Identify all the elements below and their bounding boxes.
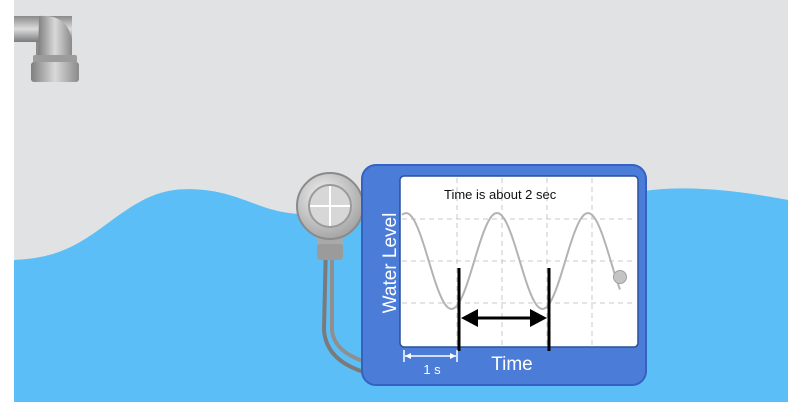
water-wave-scene: Time is about 2 sec Water Level Time 1 s: [14, 0, 788, 402]
wave-detector-panel: Time is about 2 sec Water Level Time 1 s: [361, 164, 647, 386]
chart-title: Time is about 2 sec: [444, 187, 557, 202]
faucet-icon[interactable]: [14, 15, 79, 82]
scene-canvas: Time is about 2 sec Water Level Time 1 s: [14, 15, 788, 402]
trace-end-point: [613, 270, 627, 284]
time-scale-label: 1 s: [423, 362, 441, 377]
x-axis-label: Time: [491, 354, 533, 375]
y-axis-label: Water Level: [380, 213, 401, 314]
